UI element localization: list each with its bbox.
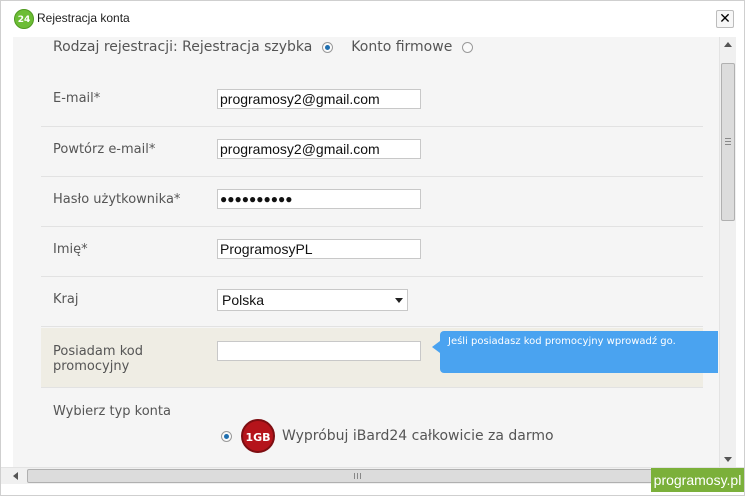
registration-type-label: Rodzaj rejestracji: [53,39,178,55]
close-button[interactable]: ✕ [716,10,734,28]
vertical-scrollbar[interactable] [719,37,736,467]
watermark: programosy.pl [651,468,744,492]
vertical-scroll-thumb[interactable] [721,63,735,221]
ibard24-logo-icon: 24 [14,9,34,29]
country-label: Kraj [53,292,79,307]
account-type-free-radio[interactable] [221,431,232,442]
window-title: Rejestracja konta [37,11,130,25]
email-repeat-field[interactable]: programosy2@gmail.com [217,139,421,159]
scroll-down-arrow-icon[interactable] [724,457,732,462]
email-field[interactable]: programosy2@gmail.com [217,89,421,109]
country-select-value: Polska [222,292,265,308]
password-row: Hasło użytkownika* ●●●●●●●●●● [41,177,703,227]
first-name-row: Imię* ProgramosyPL [41,227,703,277]
email-row: E-mail* programosy2@gmail.com [41,75,703,127]
account-type-free-label: Wypróbuj iBard24 całkowicie za darmo [282,428,554,444]
storage-1gb-badge: 1GB [241,419,275,453]
grip-icon [725,138,731,145]
promo-code-label: Posiadam kod promocyjny [53,344,143,374]
password-label: Hasło użytkownika* [53,192,181,207]
grip-icon [354,473,361,479]
registration-type-quick-label: Rejestracja szybka [182,39,313,55]
scroll-up-arrow-icon[interactable] [724,42,732,47]
chevron-down-icon [395,298,403,303]
registration-dialog: 24 Rejestracja konta ✕ Rodzaj rejestracj… [0,0,745,496]
title-bar: 24 Rejestracja konta ✕ [1,1,744,37]
promo-code-field[interactable] [217,341,421,361]
account-type-label: Wybierz typ konta [53,404,171,419]
promo-code-tooltip: Jeśli posiadasz kod promocyjny wprowadź … [432,331,718,373]
horizontal-scroll-thumb[interactable] [27,469,703,483]
scroll-left-arrow-icon[interactable] [13,472,18,480]
horizontal-scrollbar[interactable] [1,467,744,484]
email-label: E-mail* [53,91,101,106]
first-name-field[interactable]: ProgramosyPL [217,239,421,259]
registration-type-row: Rodzaj rejestracji: Rejestracja szybka K… [53,39,473,55]
registration-type-company-radio[interactable] [461,41,473,53]
email-repeat-row: Powtórz e-mail* programosy2@gmail.com [41,127,703,177]
country-row: Kraj Polska [41,277,703,327]
first-name-label: Imię* [53,242,88,257]
password-field[interactable]: ●●●●●●●●●● [217,189,421,209]
form-scroll-area: Rodzaj rejestracji: Rejestracja szybka K… [13,37,719,467]
country-select[interactable]: Polska [217,289,408,311]
email-repeat-label: Powtórz e-mail* [53,142,156,157]
registration-type-quick-radio[interactable] [321,41,333,53]
registration-type-company-label: Konto firmowe [351,39,453,55]
